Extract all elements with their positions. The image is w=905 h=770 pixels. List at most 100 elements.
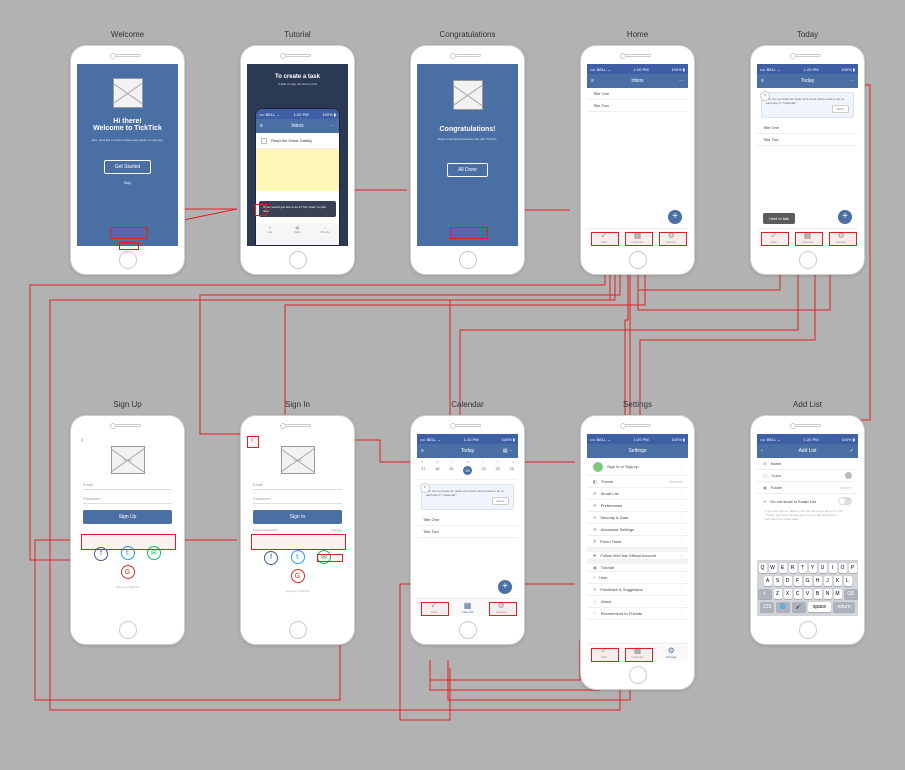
list-item[interactable]: Title One <box>587 88 688 100</box>
more-icon[interactable]: ⋯ <box>330 123 335 129</box>
signup-link[interactable]: Sign Up <box>331 528 342 532</box>
hotspot[interactable] <box>591 648 619 662</box>
settings-row[interactable]: ⚒Advanced Settings› <box>587 524 688 536</box>
key[interactable]: N <box>824 589 832 599</box>
key[interactable]: Z <box>774 589 782 599</box>
key[interactable]: K <box>834 576 842 586</box>
key[interactable]: X <box>784 589 792 599</box>
key[interactable]: E <box>779 563 787 573</box>
key[interactable]: O <box>839 563 847 573</box>
forgot-password-link[interactable]: Forgot Password? <box>253 528 277 532</box>
hotspot[interactable] <box>119 242 139 250</box>
toggle-off[interactable] <box>838 497 852 505</box>
settings-row[interactable]: ⏱Pomo Timer› <box>587 536 688 548</box>
key[interactable]: U <box>819 563 827 573</box>
hotspot[interactable] <box>829 232 857 246</box>
tab-settings[interactable]: ⚙Settings <box>654 644 688 661</box>
signup-button[interactable]: Sign Up <box>83 510 172 524</box>
settings-row[interactable]: ☰Smart List› <box>587 488 688 500</box>
got-it-button[interactable]: Got It <box>492 497 509 505</box>
twitter-icon[interactable]: 𝕥 <box>291 550 305 564</box>
skip-link[interactable]: Skip <box>124 180 132 185</box>
tab-calendar[interactable]: ▦Calendar <box>451 599 485 616</box>
key[interactable]: R <box>789 563 797 573</box>
hotspot[interactable] <box>81 534 176 550</box>
hotspot[interactable] <box>421 602 449 616</box>
color-field[interactable]: ◯Color <box>757 470 858 482</box>
hotspot[interactable] <box>625 232 653 246</box>
key[interactable]: C <box>794 589 802 599</box>
list-item[interactable]: Title Two <box>587 100 688 112</box>
settings-row[interactable]: ▣Tutorial› <box>587 560 688 572</box>
key[interactable]: Q <box>759 563 767 573</box>
done-icon[interactable]: ✓ <box>850 448 854 454</box>
settings-row[interactable]: ⓘAbout› <box>587 596 688 608</box>
settings-row[interactable]: ⚙Preferences› <box>587 500 688 512</box>
more-icon[interactable]: ⋯ <box>679 78 684 84</box>
hotspot[interactable] <box>255 204 267 216</box>
hotspot[interactable] <box>450 227 488 239</box>
signin-row[interactable]: Sign in or Sign up› <box>587 458 688 476</box>
list-item[interactable]: Title Two <box>757 134 858 146</box>
more-icon[interactable]: ▤ ⋯ <box>503 448 514 454</box>
key[interactable]: D <box>784 576 792 586</box>
key[interactable]: V <box>804 589 812 599</box>
key[interactable]: T <box>799 563 807 573</box>
settings-row[interactable]: ⟲Security & Data› <box>587 512 688 524</box>
facebook-icon[interactable]: f <box>264 551 278 565</box>
hotspot[interactable] <box>251 534 346 550</box>
close-icon[interactable]: × <box>420 483 430 493</box>
key[interactable]: A <box>764 576 772 586</box>
key[interactable]: H <box>814 576 822 586</box>
hide-toggle-row[interactable]: ⊘Do not show in Smart List <box>757 494 858 508</box>
all-done-button[interactable]: All Done <box>447 163 488 177</box>
key[interactable]: B <box>814 589 822 599</box>
task-item[interactable]: Read the Great Gatsby <box>271 138 312 143</box>
add-fab[interactable]: + <box>838 210 852 224</box>
key[interactable]: W <box>769 563 777 573</box>
hotspot[interactable] <box>795 232 823 246</box>
hotspot[interactable] <box>489 602 517 616</box>
list-item[interactable]: Title One <box>757 122 858 134</box>
settings-row[interactable]: ◧ThemeDefault <box>587 476 688 488</box>
key[interactable]: S <box>774 576 782 586</box>
hotspot[interactable] <box>761 232 789 246</box>
list-item[interactable]: Title One <box>417 514 518 526</box>
back-icon[interactable]: ‹ <box>761 448 763 454</box>
menu-icon[interactable]: ≡ <box>421 448 424 454</box>
key[interactable]: Y <box>809 563 817 573</box>
hotspot[interactable] <box>625 648 653 662</box>
key[interactable]: G <box>804 576 812 586</box>
add-fab[interactable]: + <box>668 210 682 224</box>
settings-row[interactable]: ♡Recommend to Friends› <box>587 608 688 620</box>
key[interactable]: M <box>834 589 842 599</box>
hotspot[interactable] <box>247 436 259 448</box>
signin-button[interactable]: Sign In <box>253 510 342 524</box>
google-icon[interactable]: G <box>121 565 135 579</box>
key[interactable]: F <box>794 576 802 586</box>
settings-row[interactable]: ✚Follow WeChat Official Account› <box>587 548 688 560</box>
hotspot[interactable] <box>659 232 687 246</box>
keyboard[interactable]: QWERTYUIOP ASDFGHJKL ⇧ZXCVBNM⌫ 123 🌐 🎤 s… <box>757 560 858 616</box>
settings-row[interactable]: ?Help› <box>587 572 688 584</box>
key[interactable]: P <box>849 563 857 573</box>
more-icon[interactable]: ⋯ <box>849 78 854 84</box>
hold-to-talk[interactable]: Hold to talk <box>763 213 795 224</box>
menu-icon[interactable]: ≡ <box>761 78 764 84</box>
key[interactable]: I <box>829 563 837 573</box>
back-icon[interactable]: ‹ <box>81 437 83 444</box>
menu-icon[interactable]: ≡ <box>260 123 263 129</box>
name-field[interactable]: ☰Name <box>757 458 858 470</box>
folder-field[interactable]: ▣FolderNone › <box>757 482 858 494</box>
key[interactable]: J <box>824 576 832 586</box>
menu-icon[interactable]: ≡ <box>591 78 594 84</box>
key[interactable]: L <box>844 576 852 586</box>
hotspot[interactable] <box>110 227 148 239</box>
get-started-button[interactable]: Get Started <box>104 160 152 174</box>
google-icon[interactable]: G <box>291 569 305 583</box>
hotspot[interactable] <box>591 232 619 246</box>
close-icon[interactable]: × <box>760 91 770 101</box>
settings-row[interactable]: ✎Feedback & Suggestion› <box>587 584 688 596</box>
add-fab[interactable]: + <box>498 580 512 594</box>
hotspot[interactable] <box>317 554 343 562</box>
